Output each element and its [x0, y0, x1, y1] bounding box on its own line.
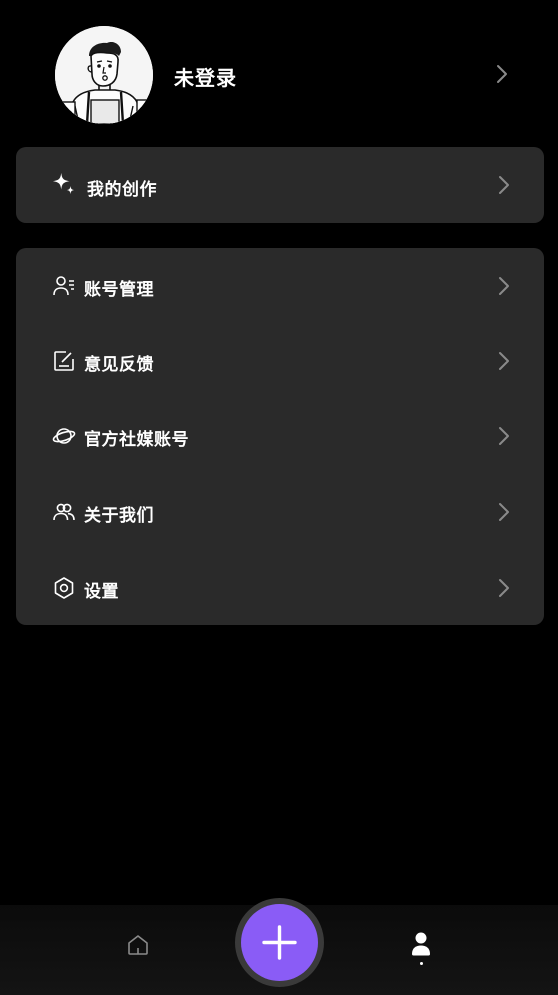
- my-creations-label: 我的创作: [87, 180, 157, 200]
- chevron-right-icon: [499, 176, 509, 194]
- person-icon[interactable]: [409, 931, 433, 957]
- login-status[interactable]: 未登录: [174, 62, 237, 91]
- chevron-right-icon: [499, 427, 509, 445]
- profile-page: 未登录 我的创作 账号管理 意见反馈 官方社媒账号 关于我们 设置: [0, 0, 558, 995]
- home-icon[interactable]: [126, 933, 150, 957]
- menu-item-feedback[interactable]: 意见反馈: [16, 323, 544, 398]
- menu-item-account[interactable]: 账号管理: [16, 248, 544, 323]
- menu-item-label: 意见反馈: [84, 355, 154, 375]
- chevron-right-icon: [499, 503, 509, 521]
- menu-item-label: 关于我们: [84, 506, 154, 526]
- menu-item-settings[interactable]: 设置: [16, 550, 544, 625]
- avatar-illustration: [55, 26, 153, 124]
- user-list-icon: [53, 276, 74, 296]
- active-tab-indicator: [420, 962, 423, 965]
- avatar[interactable]: [55, 26, 153, 124]
- menu-item-label: 设置: [84, 582, 119, 602]
- sparkle-icon: [52, 172, 75, 195]
- profile-header[interactable]: 未登录: [0, 22, 558, 126]
- chevron-right-icon: [499, 352, 509, 370]
- create-button[interactable]: [241, 904, 318, 981]
- menu-item-official-social[interactable]: 官方社媒账号: [16, 398, 544, 473]
- menu-item-label: 官方社媒账号: [84, 430, 189, 450]
- menu-item-about-us[interactable]: 关于我们: [16, 474, 544, 549]
- menu-item-label: 账号管理: [84, 280, 154, 300]
- menu-card: 账号管理 意见反馈 官方社媒账号 关于我们 设置: [16, 248, 544, 625]
- group-icon: [53, 503, 75, 521]
- feedback-edit-icon: [54, 351, 74, 371]
- plus-icon: [262, 925, 297, 960]
- planet-icon: [52, 428, 76, 444]
- creations-card: 我的创作: [16, 147, 544, 223]
- chevron-right-icon: [499, 579, 509, 597]
- hexagon-settings-icon: [54, 577, 74, 599]
- chevron-right-icon: [499, 277, 509, 295]
- menu-item-my-creations[interactable]: 我的创作: [16, 147, 544, 223]
- chevron-right-icon: [497, 65, 507, 83]
